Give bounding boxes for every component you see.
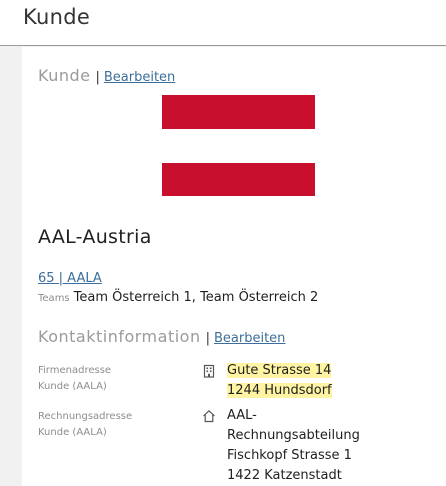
- address-line: Fischkopf Strasse 1: [227, 448, 352, 463]
- address-line: Gute Strasse 14: [227, 363, 332, 378]
- customer-card: Kunde | Bearbeiten AAL-Austria 65 | AALA…: [22, 47, 446, 486]
- address-line: AAL-: [227, 408, 257, 423]
- home-icon: [203, 410, 215, 423]
- separator: |: [95, 70, 100, 85]
- address-line: 1244 Hundsdorf: [227, 383, 332, 398]
- customer-flag-image: [162, 95, 315, 196]
- flag-band-middle: [162, 129, 315, 163]
- address-line: 1422 Katzenstadt: [227, 468, 342, 483]
- billing-address-value: AAL- Rechnungsabteilung Fischkopf Strass…: [227, 406, 360, 486]
- billing-address-label: Rechnungsadresse Kunde (AALA): [38, 411, 133, 438]
- page-header: Kunde: [0, 0, 446, 46]
- building-icon: [203, 364, 215, 378]
- contact-section-header: Kontaktinformation | Bearbeiten: [38, 327, 285, 346]
- customer-section-title: Kunde: [38, 66, 91, 85]
- separator: |: [205, 331, 210, 346]
- teams-row: Teams Team Österreich 1, Team Österreich…: [38, 290, 318, 305]
- edit-contact-link[interactable]: Bearbeiten: [214, 331, 285, 346]
- edit-customer-link[interactable]: Bearbeiten: [104, 70, 175, 85]
- company-address-value: Gute Strasse 14 1244 Hundsdorf: [227, 361, 332, 401]
- customer-number-link[interactable]: 65 | AALA: [38, 271, 102, 286]
- company-address-label: Firmenadresse Kunde (AALA): [38, 365, 112, 392]
- address-line: Rechnungsabteilung: [227, 428, 360, 443]
- flag-band-bottom: [162, 163, 315, 196]
- customer-section-header: Kunde | Bearbeiten: [38, 66, 175, 85]
- flag-band-top: [162, 95, 315, 129]
- teams-value: Team Österreich 1, Team Österreich 2: [73, 290, 319, 305]
- customer-name: AAL-Austria: [38, 226, 152, 248]
- page-title: Kunde: [23, 5, 91, 29]
- contact-section-title: Kontaktinformation: [38, 327, 201, 346]
- teams-label: Teams: [38, 293, 70, 304]
